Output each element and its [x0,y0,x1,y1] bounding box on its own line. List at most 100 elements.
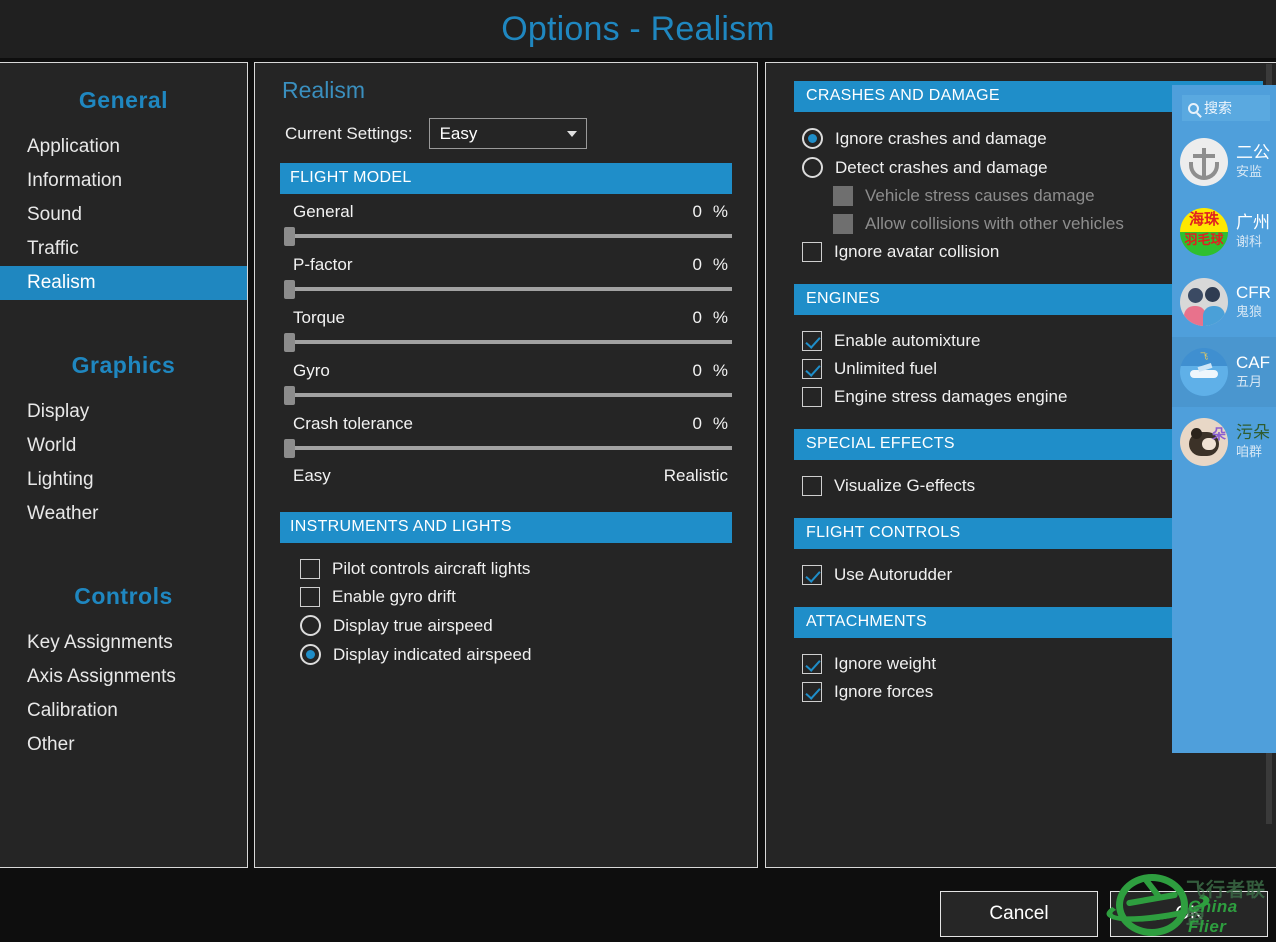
anchor-avatar [1180,138,1228,186]
option-label: Enable automixture [834,331,981,350]
contact-meta: 二公 安监 [1236,143,1270,181]
checkbox-checked-icon[interactable] [802,682,822,702]
contact-list-item[interactable]: 海珠 羽毛球 广州 谢科 [1172,197,1276,267]
option-label: Visualize G-effects [834,476,976,495]
checkbox-checked-icon[interactable] [802,331,822,351]
slider-value-group: 0% [672,202,728,222]
slider-thumb[interactable] [284,333,295,352]
slider-track[interactable] [288,340,732,344]
sidebar-item-axis-assignments[interactable]: Axis Assignments [0,660,247,694]
sidebar-item-calibration[interactable]: Calibration [0,694,247,728]
sidebar-item-sound[interactable]: Sound [0,198,247,232]
chat-contact-overlay[interactable]: 搜索 二公 安监 海珠 羽毛球 广州 谢科 CFR 鬼狼飞 CAF 五月朵污朵 咱群 [1172,85,1276,753]
checkbox-unchecked-icon[interactable] [802,476,822,496]
radio-unselected-icon[interactable] [300,615,321,636]
chevron-down-icon [566,130,577,137]
option-label: Enable gyro drift [332,587,456,606]
sidebar-item-traffic[interactable]: Traffic [0,232,247,266]
sidebar-item-world[interactable]: World [0,429,247,463]
slider-row[interactable]: General 0% [280,202,732,247]
search-icon [1188,102,1199,114]
sidebar-item-information[interactable]: Information [0,164,247,198]
instrument-option-row[interactable]: Display indicated airspeed [300,644,732,665]
slider-label: Crash tolerance [293,414,414,433]
contact-name: CAF [1236,353,1270,372]
contact-list-item[interactable]: 朵污朵 咱群 [1172,407,1276,477]
slider-thumb[interactable] [284,439,295,458]
option-label: Display indicated airspeed [333,644,532,664]
slider-label: General [293,202,354,221]
slider-track[interactable] [288,234,732,238]
instrument-option-row[interactable]: Pilot controls aircraft lights [300,559,732,579]
slider-track-wrap[interactable] [280,384,732,406]
sidebar-item-display[interactable]: Display [0,395,247,429]
slider-value-group: 0% [672,308,728,328]
cancel-button[interactable]: Cancel [940,891,1098,937]
sidebar-item-application[interactable]: Application [0,130,247,164]
slider-track-wrap[interactable] [280,225,732,247]
slider-track[interactable] [288,287,732,291]
sidebar-item-lighting[interactable]: Lighting [0,463,247,497]
slider-track-wrap[interactable] [280,278,732,300]
slider-row[interactable]: P-factor 0% [280,255,732,300]
checkbox-unchecked-icon[interactable] [300,559,320,579]
dog-avatar: 朵 [1180,418,1228,466]
slider-row[interactable]: Torque 0% [280,308,732,353]
ok-button[interactable]: OK [1110,891,1268,937]
slider-list: General 0% P-factor 0% Torque 0% Gyro 0% Crash t… [280,202,732,459]
slider-track[interactable] [288,446,732,450]
checkbox-checked-icon[interactable] [802,359,822,379]
scale-max-label: Realistic [663,466,728,485]
navigation-sidebar: General Application Information Sound Traffi… [0,62,248,868]
slider-scale-endcaps: Easy Realistic [280,459,732,486]
pane-title: Realism [282,77,366,103]
contact-preview: 谢科 [1236,234,1263,249]
slider-value-group: 0% [672,255,728,275]
radio-selected-icon[interactable] [802,128,823,149]
instrument-option-row[interactable]: Enable gyro drift [300,587,732,607]
contact-preview: 鬼狼 [1236,304,1263,319]
contact-name: CFR [1236,283,1271,302]
radio-unselected-icon[interactable] [802,157,823,178]
slider-thumb[interactable] [284,280,295,299]
sidebar-item-other[interactable]: Other [0,728,247,762]
current-settings-dropdown[interactable]: Easy [428,118,587,149]
scale-min-label: Easy [293,466,331,485]
sidebar-item-key-assignments[interactable]: Key Assignments [0,626,247,660]
contact-list-item[interactable]: CFR 鬼狼 [1172,267,1276,337]
checkbox-checked-icon[interactable] [802,654,822,674]
option-label: Use Autorudder [834,565,953,584]
sidebar-group-items: Key Assignments Axis Assignments Calibrati… [0,626,247,762]
radio-selected-icon[interactable] [300,644,321,665]
contact-preview: 安监 [1236,164,1263,179]
instrument-option-row[interactable]: Display true airspeed [300,615,732,636]
slider-label-row: Crash tolerance 0% [280,414,732,434]
checkbox-checked-icon[interactable] [802,565,822,585]
slider-thumb[interactable] [284,386,295,405]
current-settings-label: Current Settings: [285,123,413,143]
slider-row[interactable]: Gyro 0% [280,361,732,406]
checkbox-unchecked-icon[interactable] [300,587,320,607]
sidebar-item-weather[interactable]: Weather [0,497,247,531]
slider-track-wrap[interactable] [280,437,732,459]
slider-track[interactable] [288,393,732,397]
option-label: Ignore avatar collision [834,242,1000,261]
center-settings-panel: Realism Current Settings: Easy FLIGHT MO… [254,62,758,868]
search-input[interactable]: 搜索 [1182,95,1270,121]
option-label: Pilot controls aircraft lights [332,559,531,578]
checkbox-unchecked-icon[interactable] [802,387,822,407]
slider-value-group: 0% [672,414,728,434]
slider-thumb[interactable] [284,227,295,246]
sidebar-item-realism[interactable]: Realism [0,266,247,300]
option-label: Detect crashes and damage [835,157,1048,177]
contact-name: 污朵 [1236,423,1270,442]
slider-row[interactable]: Crash tolerance 0% [280,414,732,459]
contact-meta: 污朵 咱群 [1236,423,1270,461]
checkbox-unchecked-icon[interactable] [802,242,822,262]
slider-track-wrap[interactable] [280,331,732,353]
haizhu-avatar: 海珠 羽毛球 [1180,208,1228,256]
instruments-block: INSTRUMENTS AND LIGHTS Pilot controls ai… [255,512,757,665]
contact-list-item[interactable]: 二公 安监 [1172,127,1276,197]
contact-list-item[interactable]: 飞 CAF 五月 [1172,337,1276,407]
option-label: Vehicle stress causes damage [865,186,1095,205]
